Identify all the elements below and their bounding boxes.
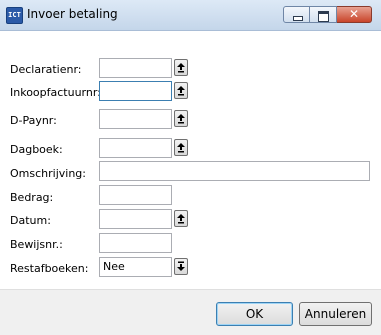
ok-button[interactable]: OK bbox=[216, 302, 293, 326]
label-datum: Datum: bbox=[10, 214, 51, 227]
bewijsnr-field[interactable] bbox=[99, 233, 172, 253]
label-declaratienr: Declaratienr: bbox=[10, 63, 82, 76]
dagboek-picker-button[interactable] bbox=[174, 139, 188, 156]
down-arrow-bar-icon bbox=[177, 261, 185, 271]
close-window-button[interactable]: ✕ bbox=[337, 6, 372, 23]
datum-picker-button[interactable] bbox=[174, 210, 188, 227]
close-glyph-icon: ✕ bbox=[348, 7, 360, 21]
label-dpaynr: D-Paynr: bbox=[10, 114, 57, 127]
window-title-text: Invoer betaling bbox=[27, 7, 118, 21]
label-inkoopfactuurnr: Inkoopfactuurnr: bbox=[10, 86, 101, 99]
app-logo-icon: ICT bbox=[6, 7, 23, 24]
label-bedrag: Bedrag: bbox=[10, 191, 54, 204]
inkoopfactuurnr-field[interactable] bbox=[99, 81, 172, 101]
datum-field[interactable] bbox=[99, 209, 172, 229]
up-arrow-bar-icon bbox=[177, 143, 185, 153]
restafboeken-select[interactable]: Nee bbox=[99, 257, 172, 277]
up-arrow-bar-icon bbox=[177, 214, 185, 224]
declaratienr-field[interactable] bbox=[99, 58, 172, 78]
cancel-button[interactable]: Annuleren bbox=[299, 302, 372, 326]
label-restafboeken: Restafboeken: bbox=[10, 262, 89, 275]
minimize-window-button[interactable] bbox=[283, 6, 310, 23]
label-bewijsnr: Bewijsnr.: bbox=[10, 238, 63, 251]
up-arrow-bar-icon bbox=[177, 114, 185, 124]
label-omschrijving: Omschrijving: bbox=[10, 167, 86, 180]
declaratienr-picker-button[interactable] bbox=[174, 59, 188, 76]
maximize-window-button[interactable] bbox=[310, 6, 337, 23]
omschrijving-field[interactable] bbox=[99, 161, 370, 181]
dpaynr-picker-button[interactable] bbox=[174, 110, 188, 127]
dagboek-field[interactable] bbox=[99, 138, 172, 158]
maximize-glyph-icon bbox=[318, 11, 329, 22]
bedrag-field[interactable] bbox=[99, 185, 172, 205]
up-arrow-bar-icon bbox=[177, 86, 185, 96]
dpaynr-field[interactable] bbox=[99, 109, 172, 129]
label-dagboek: Dagboek: bbox=[10, 143, 63, 156]
restafboeken-dropdown-button[interactable] bbox=[174, 258, 188, 275]
title-bar-visual: ICT Invoer betaling ✕ bbox=[0, 0, 381, 31]
up-arrow-bar-icon bbox=[177, 63, 185, 73]
inkoopfactuurnr-picker-button[interactable] bbox=[174, 82, 188, 99]
minimize-glyph-icon bbox=[293, 16, 303, 21]
